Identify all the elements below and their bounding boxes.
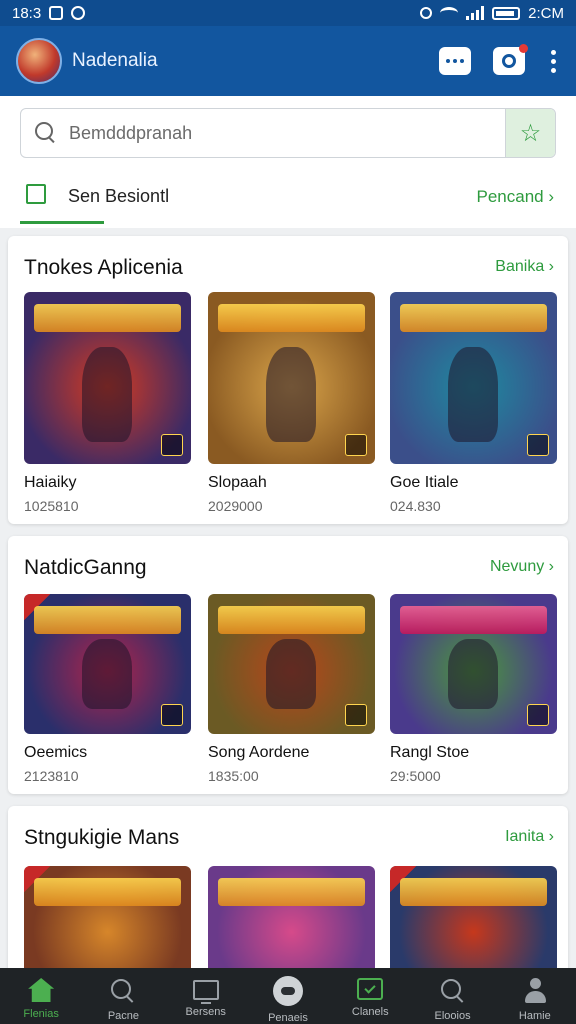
nav-label: Clanels: [351, 1006, 389, 1018]
section-title: Stngukigie Mans: [24, 826, 180, 849]
avatar[interactable]: [16, 38, 62, 84]
game-name: Slopaah: [208, 474, 267, 491]
person-icon: [522, 978, 548, 1004]
status-time: 18:3: [12, 4, 42, 22]
camera-button[interactable]: [493, 44, 528, 75]
game-card[interactable]: Slopaah 2029000: [208, 292, 375, 514]
notification-dot: [519, 44, 528, 53]
section-more-link[interactable]: Banika ›: [495, 258, 554, 276]
game-thumbnail: [390, 292, 557, 464]
section-strategy: Stngukigie Mans Ianita ›: [8, 806, 568, 976]
nav-item-profile[interactable]: Hamie: [494, 968, 576, 1024]
section-new: NatdicGanng Nevuny › Oeemics 2123810 Son…: [8, 536, 568, 794]
game-name: Goe Itiale: [390, 474, 459, 491]
game-thumbnail: [24, 866, 191, 976]
nav-item-games[interactable]: Penaeis: [247, 968, 329, 1024]
search-bar: ☆: [20, 108, 556, 158]
cloud-icon: [71, 6, 86, 20]
game-count: 1835:00: [208, 768, 259, 784]
game-name: Song Aordene: [208, 744, 310, 761]
game-thumbnail: [208, 866, 375, 976]
tv-icon: [192, 980, 219, 1004]
home-icon: [28, 978, 55, 1002]
game-card[interactable]: Oeemics 2123810: [24, 594, 191, 784]
filter-link[interactable]: Pencand ›: [477, 187, 555, 207]
section-title: NatdicGanng: [24, 556, 147, 579]
game-card[interactable]: [208, 866, 375, 976]
section-featured: Tnokes Aplicenia Banika › Haiaiky 102581…: [8, 236, 568, 524]
game-card[interactable]: Song Aordene 1835:00: [208, 594, 375, 784]
nav-label: Flenias: [23, 1008, 59, 1020]
app-bar: Nadenalia: [0, 26, 576, 96]
more-options-icon[interactable]: [547, 49, 560, 73]
game-card[interactable]: [390, 866, 557, 976]
game-thumbnail: [208, 594, 375, 734]
nav-item-channels[interactable]: Clanels: [329, 968, 411, 1024]
game-thumbnail: [390, 594, 557, 734]
section-more-link[interactable]: Ianita ›: [505, 828, 554, 846]
game-name: Haiaiky: [24, 474, 77, 491]
game-thumbnail: [24, 594, 191, 734]
game-name: Oeemics: [24, 744, 88, 761]
search-input[interactable]: [69, 122, 505, 144]
game-count: 024.830: [390, 498, 441, 514]
app-title: Nadenalia: [72, 50, 158, 71]
nav-label: Hamie: [518, 1010, 551, 1022]
notification-icon: [49, 6, 64, 20]
filter-checkbox[interactable]: [26, 184, 46, 204]
nav-item-home[interactable]: Flenias: [0, 968, 82, 1024]
gamepad-icon: [272, 976, 303, 1006]
favorite-button[interactable]: ☆: [505, 109, 555, 157]
signal-icon: [466, 6, 485, 20]
alarm-icon: [420, 7, 433, 19]
game-count: 2123810: [24, 768, 79, 784]
filter-label: Sen Besiontl: [68, 186, 170, 206]
search-icon: [110, 978, 136, 1004]
game-thumbnail: [390, 866, 557, 976]
nav-label: Bersens: [185, 1006, 226, 1018]
chat-icon: [446, 59, 464, 63]
game-count: 2029000: [208, 498, 263, 514]
screen-icon: [357, 978, 384, 1000]
nav-item-tv[interactable]: Bersens: [165, 968, 247, 1024]
search-icon: [440, 978, 466, 1004]
section-title: Tnokes Aplicenia: [24, 256, 183, 279]
game-thumbnail: [24, 292, 191, 464]
game-card[interactable]: Rangl Stoe 29:5000: [390, 594, 557, 784]
camera-icon: [502, 54, 516, 68]
star-icon: ☆: [519, 119, 542, 147]
status-bar: 18:3 2:CM: [0, 0, 576, 26]
search-icon: [35, 122, 57, 144]
nav-label: Penaeis: [268, 1012, 308, 1024]
nav-label: Pacne: [107, 1010, 140, 1022]
game-card[interactable]: [24, 866, 191, 976]
nav-item-explore[interactable]: Elooios: [411, 968, 493, 1024]
game-card[interactable]: Goe Itiale 024.830: [390, 292, 557, 514]
section-more-link[interactable]: Nevuny ›: [490, 558, 554, 576]
bottom-nav: Flenias Pacne Bersens Penaeis Clanels El…: [0, 968, 576, 1024]
status-right-text: 2:CM: [528, 4, 564, 22]
game-count: 1025810: [24, 498, 79, 514]
game-thumbnail: [208, 292, 375, 464]
wifi-icon: [440, 7, 459, 19]
nav-label: Elooios: [434, 1010, 471, 1022]
game-count: 29:5000: [390, 768, 441, 784]
battery-icon: [492, 6, 521, 20]
game-card[interactable]: Haiaiky 1025810: [24, 292, 191, 514]
nav-item-search[interactable]: Pacne: [82, 968, 164, 1024]
game-name: Rangl Stoe: [390, 744, 470, 761]
chat-button[interactable]: [439, 47, 471, 75]
